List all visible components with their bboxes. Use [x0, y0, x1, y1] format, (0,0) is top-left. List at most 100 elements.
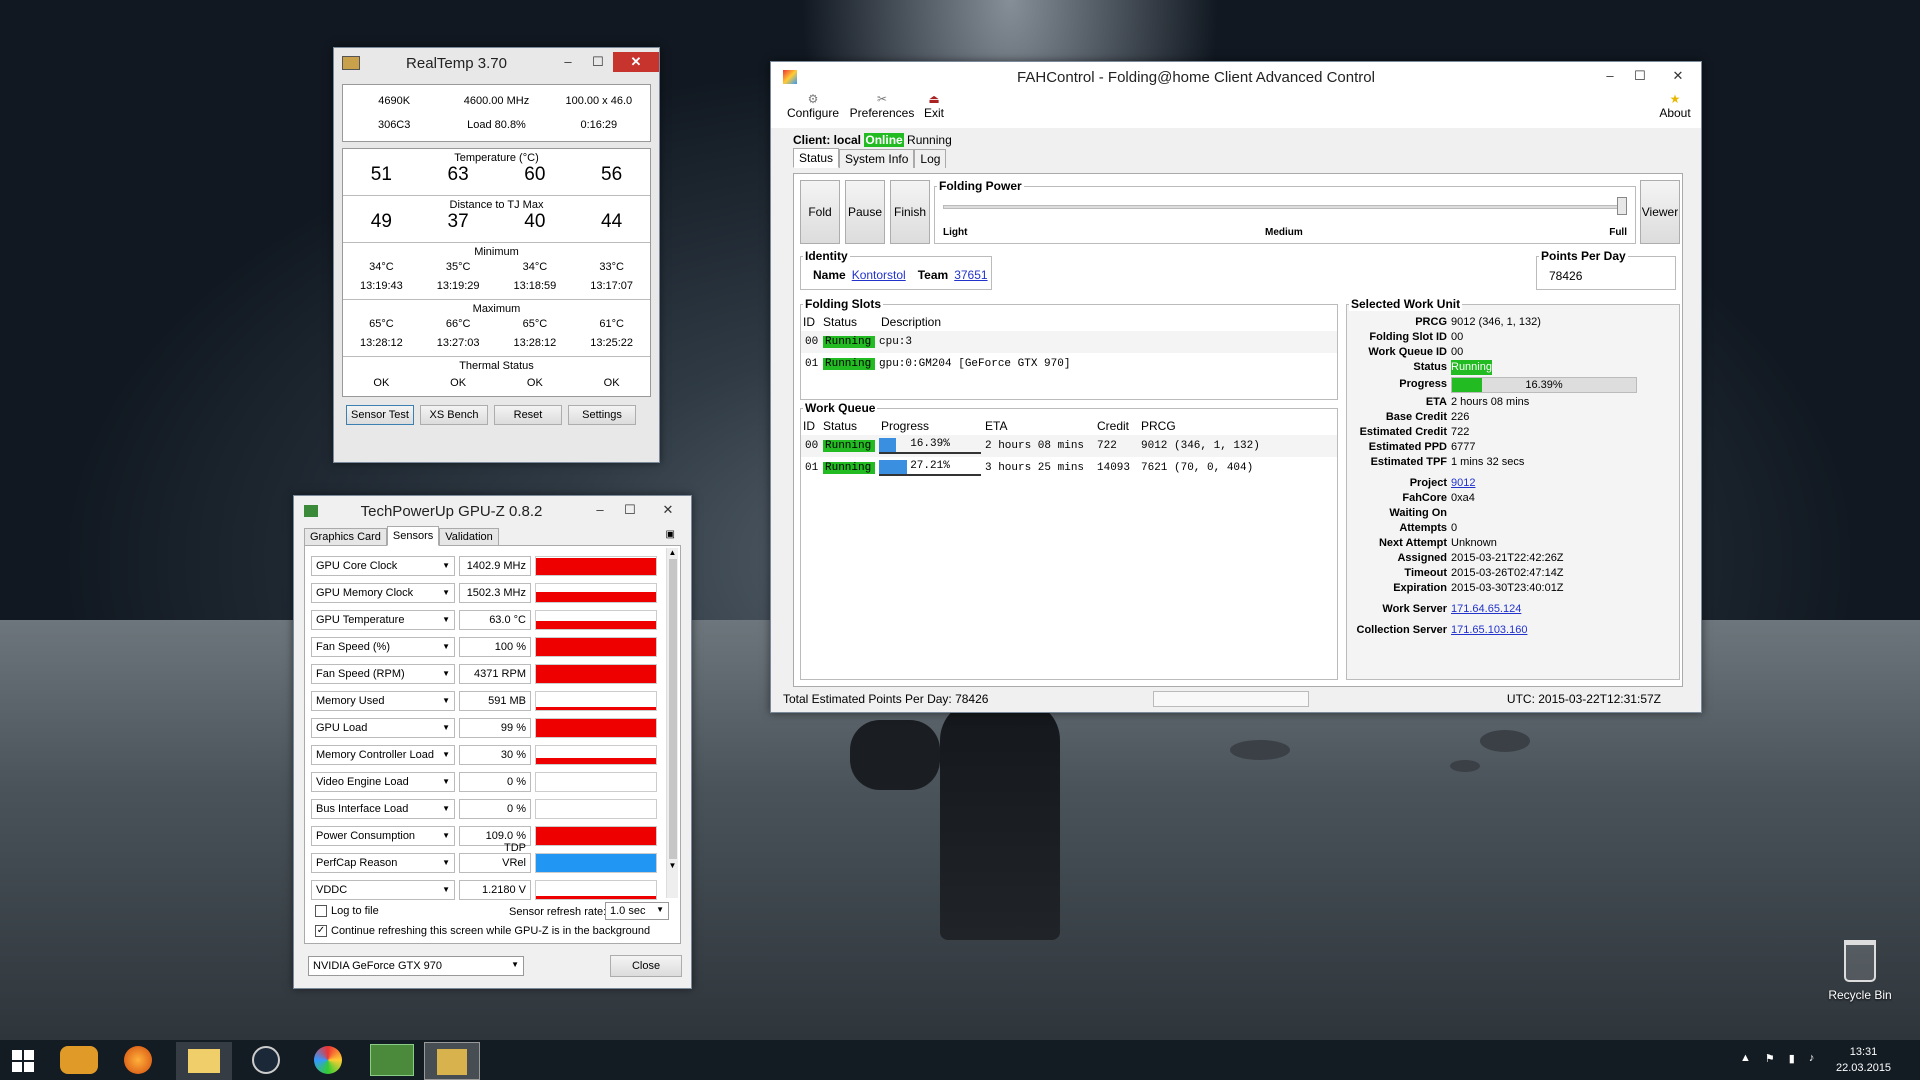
tab-graphics-card[interactable]: Graphics Card [304, 528, 387, 545]
slot-row[interactable]: 00 Running cpu:3 [801, 331, 1337, 353]
cpu-load: Load 80.8% [467, 119, 526, 131]
sensor-name-dropdown[interactable]: Video Engine Load ▼ [311, 771, 455, 792]
scroll-down-icon[interactable]: ▼ [667, 861, 678, 870]
scrollbar[interactable]: ▲ ▼ [666, 548, 678, 898]
sensor-graph-fill [536, 637, 656, 656]
scroll-up-icon[interactable]: ▲ [667, 548, 678, 557]
pause-button[interactable]: Pause [845, 180, 885, 244]
sensor-name-dropdown[interactable]: Fan Speed (%) ▼ [311, 636, 455, 657]
queue-row[interactable]: 00 Running 16.39% 2 hours 08 mins 722 9012 … [801, 435, 1337, 457]
gpuz-taskbar-icon[interactable] [370, 1044, 414, 1076]
about-button[interactable]: ★ About [1655, 92, 1695, 120]
realtemp-titlebar[interactable]: RealTemp 3.70 – ☐ ✕ [334, 48, 659, 78]
close-button[interactable]: Close [610, 955, 682, 977]
finish-button[interactable]: Finish [890, 180, 930, 244]
clock-date: 22.03.2015 [1836, 1062, 1892, 1074]
preferences-button[interactable]: ✂ Preferences [849, 92, 915, 128]
preferences-label: Preferences [849, 106, 915, 120]
sensor-graph-fill [536, 558, 656, 575]
minimize-icon[interactable]: – [1595, 66, 1625, 86]
folding-at-home-icon[interactable] [314, 1046, 342, 1074]
configure-button[interactable]: ⚙ Configure [783, 92, 843, 128]
sensor-name-dropdown[interactable]: Fan Speed (RPM) ▼ [311, 663, 455, 684]
recycle-bin[interactable]: Recycle Bin [1820, 940, 1900, 1002]
start-button[interactable] [12, 1050, 34, 1072]
realtemp-taskbar-button[interactable] [424, 1042, 480, 1080]
action-center-flag-icon[interactable]: ⚑ [1765, 1052, 1775, 1065]
slot-row[interactable]: 01 Running gpu:0:GM204 [GeForce GTX 970] [801, 353, 1337, 375]
sensor-value-text: 0 % [507, 802, 526, 815]
wu-link[interactable]: 171.64.65.124 [1451, 602, 1521, 617]
scrollbar-thumb[interactable] [668, 559, 677, 859]
donor-name-link[interactable]: Kontorstol [852, 268, 906, 282]
close-icon[interactable]: ✕ [613, 52, 659, 72]
sensor-name-dropdown[interactable]: Memory Used ▼ [311, 690, 455, 711]
sensor-test-button[interactable]: Sensor Test [346, 405, 414, 425]
gpuz-titlebar[interactable]: TechPowerUp GPU-Z 0.8.2 – ☐ ✕ [294, 496, 691, 526]
xs-bench-button[interactable]: XS Bench [420, 405, 488, 425]
sensor-name-dropdown[interactable]: GPU Memory Clock ▼ [311, 582, 455, 603]
chevron-down-icon: ▼ [442, 722, 450, 732]
sensor-name-dropdown[interactable]: PerfCap Reason ▼ [311, 852, 455, 873]
clock[interactable]: 13:31 22.03.2015 [1836, 1044, 1891, 1076]
tab-status[interactable]: Status [793, 148, 840, 168]
tab-sensors[interactable]: Sensors [386, 526, 440, 546]
settings-button[interactable]: Settings [568, 405, 636, 425]
minimize-icon[interactable]: – [553, 52, 583, 72]
wu-progress-bar: 16.39% [1451, 377, 1637, 393]
wu-key: Waiting On [1389, 507, 1447, 519]
log-to-file-checkbox[interactable] [315, 905, 327, 917]
maximize-icon[interactable]: ☐ [615, 500, 645, 520]
sensor-name-dropdown[interactable]: GPU Temperature ▼ [311, 609, 455, 630]
continue-refresh-checkbox[interactable]: ✓ [315, 925, 327, 937]
camera-icon[interactable]: ▣ [666, 529, 675, 540]
maximize-icon[interactable]: ☐ [583, 52, 613, 72]
exit-button[interactable]: ⏏ Exit [919, 92, 949, 128]
tab-system-info[interactable]: System Info [839, 149, 915, 168]
sensor-name-dropdown[interactable]: Power Consumption ▼ [311, 825, 455, 846]
wu-key: Status [1413, 361, 1447, 373]
cpu-mhz: 4600.00 MHz [463, 95, 530, 107]
sensor-name-dropdown[interactable]: GPU Core Clock ▼ [311, 555, 455, 576]
queue-row[interactable]: 01 Running 27.21% 3 hours 25 mins 14093 762… [801, 457, 1337, 479]
refresh-rate-value: 1.0 sec [610, 905, 646, 917]
folder-icon [188, 1049, 220, 1073]
steam-icon[interactable] [252, 1046, 280, 1074]
gpu-select[interactable]: NVIDIA GeForce GTX 970 ▼ [308, 956, 524, 976]
sensor-name-dropdown[interactable]: Memory Controller Load ▼ [311, 744, 455, 765]
wu-link[interactable]: 9012 [1451, 476, 1475, 491]
wu-link[interactable]: 171.65.103.160 [1451, 623, 1527, 638]
gpuz-app-icon [304, 505, 318, 517]
team-link[interactable]: 37651 [954, 268, 987, 282]
work-unit-field: Work Queue ID 00 [1347, 345, 1679, 360]
file-explorer-button[interactable] [176, 1042, 232, 1080]
taskbar-app-icon[interactable] [60, 1046, 98, 1074]
wu-key: Work Queue ID [1368, 346, 1447, 358]
close-icon[interactable]: ✕ [1655, 66, 1701, 86]
tab-validation[interactable]: Validation [439, 528, 499, 545]
reset-button[interactable]: Reset [494, 405, 562, 425]
viewer-button[interactable]: Viewer [1640, 180, 1680, 244]
maximum-label: Maximum [472, 303, 521, 315]
tab-log[interactable]: Log [914, 149, 947, 168]
sensor-value: 4371 RPM [459, 663, 531, 684]
close-icon[interactable]: ✕ [645, 500, 691, 520]
minimize-icon[interactable]: – [585, 500, 615, 520]
power-slider-track[interactable] [943, 205, 1627, 209]
work-unit-field: Progress 16.39% [1347, 377, 1679, 393]
fah-titlebar[interactable]: FAHControl - Folding@home Client Advance… [771, 62, 1701, 92]
sensor-name-dropdown[interactable]: VDDC ▼ [311, 879, 455, 900]
volume-icon[interactable]: ♪ [1809, 1052, 1815, 1065]
sensor-name-dropdown[interactable]: GPU Load ▼ [311, 717, 455, 738]
power-slider-thumb[interactable] [1617, 197, 1627, 215]
work-queue-label: Work Queue [803, 401, 878, 415]
sensor-name: Memory Controller Load [316, 748, 434, 761]
maximize-icon[interactable]: ☐ [1625, 66, 1655, 86]
firefox-icon[interactable] [124, 1046, 152, 1074]
refresh-rate-select[interactable]: 1.0 sec ▼ [605, 902, 669, 920]
show-hidden-icons-icon[interactable]: ▲ [1740, 1052, 1751, 1065]
team-label: Team [917, 268, 949, 282]
fold-button[interactable]: Fold [800, 180, 840, 244]
network-icon[interactable]: ▮ [1789, 1052, 1795, 1065]
sensor-name-dropdown[interactable]: Bus Interface Load ▼ [311, 798, 455, 819]
